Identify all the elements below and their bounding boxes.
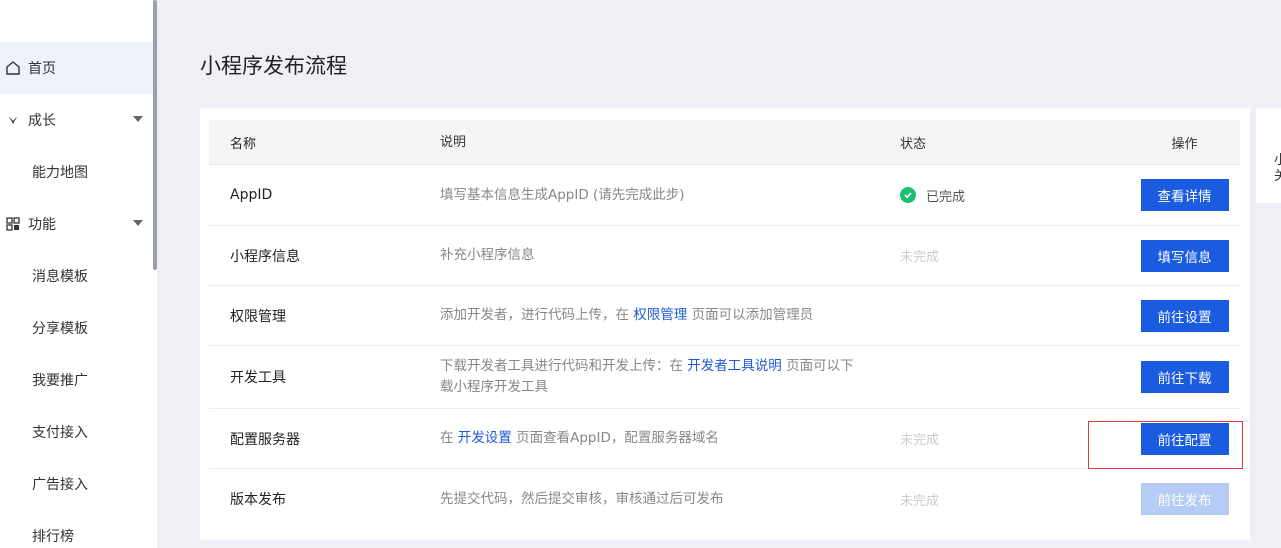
publish-flow-card: 名称 说明 状态 操作 AppID 填写基本信息生成AppID (请先完成此步)… bbox=[200, 108, 1250, 540]
permission-management-link[interactable]: 权限管理 bbox=[633, 307, 687, 323]
sidebar-item-ads[interactable]: 广告接入 bbox=[0, 458, 153, 510]
sidebar-item-label: 成长 bbox=[28, 113, 56, 129]
row-desc: 添加开发者，进行代码上传，在 权限管理 页面可以添加管理员 bbox=[440, 307, 814, 323]
fill-info-button[interactable]: 填写信息 bbox=[1140, 239, 1229, 272]
row-name: AppID bbox=[230, 187, 273, 203]
row-desc: 下载开发者工具进行代码和开发上传：在 开发者工具说明 页面可以下载小程序开发工具 bbox=[440, 358, 854, 395]
growth-icon bbox=[4, 111, 22, 129]
table-header: 名称 说明 状态 操作 bbox=[209, 120, 1240, 165]
row-desc: 填写基本信息生成AppID (请先完成此步) bbox=[440, 186, 685, 203]
grid-icon bbox=[4, 215, 22, 233]
sidebar-item-label: 支付接入 bbox=[32, 425, 88, 441]
go-settings-button[interactable]: 前往设置 bbox=[1140, 299, 1229, 332]
go-publish-button[interactable]: 前往发布 bbox=[1140, 483, 1229, 515]
sidebar-item-ability-map[interactable]: 能力地图 bbox=[0, 146, 153, 198]
sidebar-item-promote[interactable]: 我要推广 bbox=[0, 354, 153, 406]
row-desc: 补充小程序信息 bbox=[440, 247, 535, 263]
row-name: 小程序信息 bbox=[230, 248, 300, 265]
sidebar-scrollbar[interactable] bbox=[153, 0, 157, 270]
header-name: 名称 bbox=[230, 136, 257, 152]
table-row: 小程序信息 补充小程序信息 未完成 填写信息 bbox=[209, 226, 1240, 286]
sidebar: 首页 成长 能力地图 功能 消息模板 分享模板 我要推广 支付接入 广告接入 排… bbox=[0, 0, 157, 548]
table-row: 开发工具 下载开发者工具进行代码和开发上传：在 开发者工具说明 页面可以下载小程… bbox=[209, 346, 1240, 409]
sidebar-item-share-template[interactable]: 分享模板 bbox=[0, 302, 153, 354]
highlight-box bbox=[1088, 421, 1243, 469]
row-name: 权限管理 bbox=[230, 308, 286, 325]
sidebar-item-label: 首页 bbox=[28, 61, 56, 77]
table-row: 版本发布 先提交代码，然后提交审核，审核通过后可发布 未完成 前往发布 bbox=[209, 469, 1240, 529]
header-op: 操作 bbox=[1171, 136, 1198, 152]
row-name: 版本发布 bbox=[230, 492, 286, 508]
row-status: 未完成 bbox=[900, 250, 940, 265]
dev-tools-guide-link[interactable]: 开发者工具说明 bbox=[687, 358, 782, 374]
right-side-panel[interactable]: 小 关 bbox=[1256, 108, 1281, 203]
sidebar-item-label: 我要推广 bbox=[32, 373, 88, 389]
publish-flow-table: 名称 说明 状态 操作 AppID 填写基本信息生成AppID (请先完成此步)… bbox=[209, 120, 1240, 529]
row-name: 配置服务器 bbox=[230, 431, 300, 448]
home-icon bbox=[4, 59, 22, 77]
sidebar-item-label: 功能 bbox=[28, 217, 56, 233]
sidebar-item-label: 广告接入 bbox=[32, 477, 88, 493]
table-row: 权限管理 添加开发者，进行代码上传，在 权限管理 页面可以添加管理员 前往设置 bbox=[209, 286, 1240, 346]
dev-settings-link[interactable]: 开发设置 bbox=[458, 430, 512, 446]
chevron-down-icon bbox=[133, 220, 143, 226]
sidebar-item-features[interactable]: 功能 bbox=[0, 198, 153, 250]
sidebar-item-payment[interactable]: 支付接入 bbox=[0, 406, 153, 458]
chevron-down-icon bbox=[133, 116, 143, 122]
sidebar-item-label: 排行榜 bbox=[32, 529, 74, 545]
sidebar-item-home[interactable]: 首页 bbox=[0, 42, 156, 94]
sidebar-item-growth[interactable]: 成长 bbox=[0, 94, 153, 146]
table-row: 配置服务器 在 开发设置 页面查看AppID，配置服务器域名 未完成 前往配置 bbox=[209, 409, 1240, 469]
sidebar-item-label: 消息模板 bbox=[32, 269, 88, 285]
header-status: 状态 bbox=[900, 136, 927, 152]
sidebar-item-label: 分享模板 bbox=[32, 321, 88, 337]
sidebar-item-message-template[interactable]: 消息模板 bbox=[0, 250, 153, 302]
page-title: 小程序发布流程 bbox=[200, 54, 347, 78]
view-details-button[interactable]: 查看详情 bbox=[1140, 179, 1229, 211]
go-download-button[interactable]: 前往下载 bbox=[1140, 361, 1229, 393]
sidebar-item-leaderboard[interactable]: 排行榜 bbox=[0, 510, 153, 548]
row-desc: 先提交代码，然后提交审核，审核通过后可发布 bbox=[440, 490, 724, 507]
row-name: 开发工具 bbox=[230, 370, 286, 386]
table-row: AppID 填写基本信息生成AppID (请先完成此步) 已完成 查看详情 bbox=[209, 165, 1240, 226]
sidebar-item-label: 能力地图 bbox=[32, 165, 88, 181]
row-status: 已完成 bbox=[879, 186, 1129, 205]
header-desc: 说明 bbox=[440, 134, 467, 150]
row-status: 未完成 bbox=[900, 493, 940, 509]
right-panel-text: 小 关 bbox=[1274, 153, 1281, 184]
row-desc: 在 开发设置 页面查看AppID，配置服务器域名 bbox=[440, 430, 719, 446]
check-circle-icon bbox=[900, 187, 916, 203]
